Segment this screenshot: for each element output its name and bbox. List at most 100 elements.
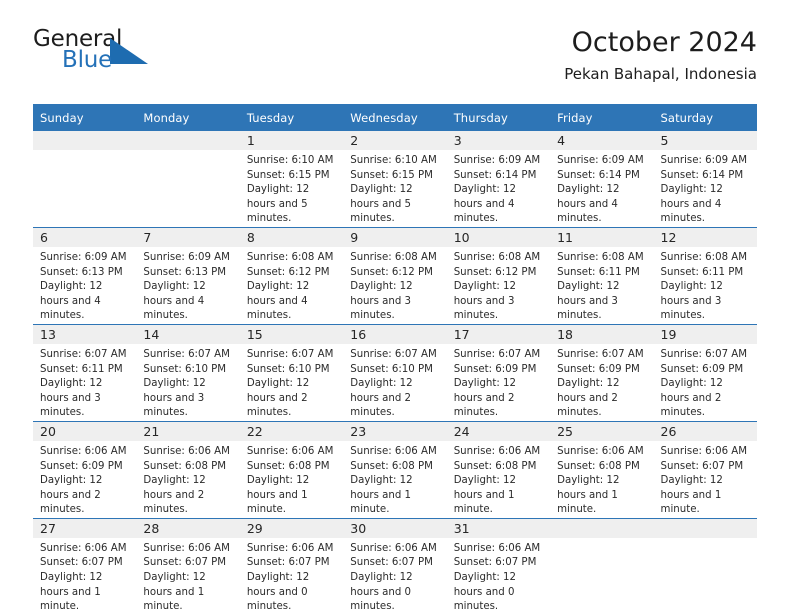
daylight-text: Daylight: 12 hours and 2 minutes. — [660, 378, 723, 419]
weekday-header-friday: Friday — [550, 104, 654, 131]
calendar-day-cell[interactable]: 11 Sunrise: 6:08 AM Sunset: 6:11 PM Dayligh… — [550, 226, 654, 325]
calendar-day-cell[interactable]: 29 Sunrise: 6:06 AM Sunset: 6:07 PM Dayligh… — [239, 517, 344, 615]
daylight-text: Daylight: 12 hours and 4 minutes. — [557, 184, 620, 225]
day-number: 18 — [550, 324, 654, 344]
daylight-text: Daylight: 12 hours and 0 minutes. — [350, 572, 413, 613]
calendar-day-cell[interactable]: 31 Sunrise: 6:06 AM Sunset: 6:07 PM Dayligh… — [446, 517, 551, 615]
sunrise-text: Sunrise: 6:07 AM — [246, 348, 334, 360]
day-details: Sunrise: 6:06 AM Sunset: 6:08 PM Daylight:… — [136, 441, 239, 518]
daylight-text: Daylight: 12 hours and 4 minutes. — [453, 184, 517, 225]
calendar-header-row: Sunday Monday Tuesday Wednesday Thursday… — [33, 104, 757, 131]
day-details: Sunrise: 6:07 AM Sunset: 6:10 PM Daylight:… — [136, 344, 239, 421]
calendar-day-cell[interactable]: 16 Sunrise: 6:07 AM Sunset: 6:10 PM Dayligh… — [343, 323, 447, 422]
day-details: Sunrise: 6:06 AM Sunset: 6:07 PM Daylight:… — [136, 538, 239, 615]
calendar-day-cell[interactable]: 15 Sunrise: 6:07 AM Sunset: 6:10 PM Dayligh… — [239, 323, 344, 422]
logo-triangle-icon — [110, 38, 148, 69]
daylight-text: Daylight: 12 hours and 4 minutes. — [40, 281, 103, 322]
calendar-day-cell[interactable]: 18 Sunrise: 6:07 AM Sunset: 6:09 PM Dayligh… — [550, 323, 654, 422]
day-details: Sunrise: 6:08 AM Sunset: 6:11 PM Daylight:… — [550, 247, 653, 324]
daylight-text: Daylight: 12 hours and 3 minutes. — [453, 281, 517, 322]
calendar-day-cell[interactable]: 12 Sunrise: 6:08 AM Sunset: 6:11 PM Dayligh… — [653, 226, 757, 325]
day-number: 19 — [653, 324, 757, 344]
sunset-text: Sunset: 6:07 PM — [40, 557, 123, 569]
day-number: 10 — [446, 227, 551, 247]
day-details: Sunrise: 6:06 AM Sunset: 6:08 PM Daylight:… — [343, 441, 446, 518]
day-details: Sunrise: 6:06 AM Sunset: 6:07 PM Daylight:… — [343, 538, 446, 615]
calendar-day-cell[interactable]: 8 Sunrise: 6:08 AM Sunset: 6:12 PM Daylight… — [239, 226, 344, 325]
day-details: Sunrise: 6:06 AM Sunset: 6:07 PM Daylight:… — [33, 538, 136, 615]
day-details: Sunrise: 6:07 AM Sunset: 6:09 PM Daylight:… — [654, 344, 757, 421]
day-details: Sunrise: 6:07 AM Sunset: 6:11 PM Daylight:… — [33, 344, 136, 421]
calendar-day-cell[interactable]: 27 Sunrise: 6:06 AM Sunset: 6:07 PM Dayligh… — [33, 517, 137, 615]
day-number: 23 — [343, 421, 447, 441]
sunset-text: Sunset: 6:08 PM — [350, 460, 433, 472]
day-number: 20 — [33, 421, 137, 441]
calendar-day-cell[interactable]: 4 Sunrise: 6:09 AM Sunset: 6:14 PM Daylight… — [550, 131, 654, 228]
daylight-text: Daylight: 12 hours and 3 minutes. — [40, 378, 103, 419]
day-number: 3 — [446, 131, 551, 150]
calendar-day-cell[interactable]: 24 Sunrise: 6:06 AM Sunset: 6:08 PM Dayligh… — [446, 420, 551, 519]
calendar-day-cell[interactable]: 1 Sunrise: 6:10 AM Sunset: 6:15 PM Daylight… — [239, 131, 344, 228]
calendar-day-cell[interactable]: 19 Sunrise: 6:07 AM Sunset: 6:09 PM Dayligh… — [653, 323, 757, 422]
day-number: 9 — [343, 227, 447, 247]
day-details: Sunrise: 6:08 AM Sunset: 6:11 PM Daylight:… — [654, 247, 757, 324]
calendar-day-cell[interactable]: 10 Sunrise: 6:08 AM Sunset: 6:12 PM Dayligh… — [446, 226, 551, 325]
sunrise-text: Sunrise: 6:06 AM — [246, 542, 334, 554]
calendar-day-cell-empty — [550, 517, 654, 615]
day-details: Sunrise: 6:07 AM Sunset: 6:10 PM Daylight:… — [343, 344, 446, 421]
sunset-text: Sunset: 6:12 PM — [246, 266, 330, 278]
sunset-text: Sunset: 6:11 PM — [40, 363, 123, 375]
day-details: Sunrise: 6:07 AM Sunset: 6:09 PM Daylight:… — [447, 344, 550, 421]
day-number: 8 — [239, 227, 344, 247]
sunset-text: Sunset: 6:08 PM — [453, 460, 537, 472]
day-details: Sunrise: 6:09 AM Sunset: 6:13 PM Daylight:… — [136, 247, 239, 324]
sunset-text: Sunset: 6:14 PM — [557, 169, 640, 181]
day-details: Sunrise: 6:09 AM Sunset: 6:14 PM Daylight:… — [447, 150, 550, 227]
daylight-text: Daylight: 12 hours and 2 minutes. — [557, 378, 620, 419]
day-details: Sunrise: 6:08 AM Sunset: 6:12 PM Daylight:… — [343, 247, 446, 324]
sunset-text: Sunset: 6:12 PM — [453, 266, 537, 278]
calendar-day-cell[interactable]: 13 Sunrise: 6:07 AM Sunset: 6:11 PM Dayligh… — [33, 323, 137, 422]
general-blue-logo[interactable]: General Blue — [33, 26, 243, 88]
weekday-header-monday: Monday — [136, 104, 240, 131]
daylight-text: Daylight: 12 hours and 2 minutes. — [350, 378, 413, 419]
calendar-day-cell[interactable]: 17 Sunrise: 6:07 AM Sunset: 6:09 PM Dayligh… — [446, 323, 551, 422]
calendar-day-cell[interactable]: 28 Sunrise: 6:06 AM Sunset: 6:07 PM Dayligh… — [136, 517, 240, 615]
daylight-text: Daylight: 12 hours and 0 minutes. — [453, 572, 517, 613]
daylight-text: Daylight: 12 hours and 4 minutes. — [660, 184, 723, 225]
sunrise-text: Sunrise: 6:08 AM — [453, 251, 541, 263]
sunrise-text: Sunrise: 6:06 AM — [40, 542, 127, 554]
sunset-text: Sunset: 6:07 PM — [143, 557, 227, 569]
sunrise-text: Sunrise: 6:08 AM — [660, 251, 748, 263]
calendar-day-cell[interactable]: 20 Sunrise: 6:06 AM Sunset: 6:09 PM Dayligh… — [33, 420, 137, 519]
calendar-day-cell[interactable]: 7 Sunrise: 6:09 AM Sunset: 6:13 PM Daylight… — [136, 226, 240, 325]
sunrise-text: Sunrise: 6:08 AM — [557, 251, 644, 263]
day-number — [33, 131, 137, 150]
calendar-day-cell-empty — [653, 517, 757, 615]
day-details: Sunrise: 6:09 AM Sunset: 6:13 PM Daylight:… — [33, 247, 136, 324]
daylight-text: Daylight: 12 hours and 2 minutes. — [453, 378, 517, 419]
sunrise-text: Sunrise: 6:06 AM — [660, 445, 748, 457]
calendar-day-cell[interactable]: 30 Sunrise: 6:06 AM Sunset: 6:07 PM Dayligh… — [343, 517, 447, 615]
calendar-day-cell[interactable]: 5 Sunrise: 6:09 AM Sunset: 6:14 PM Daylight… — [653, 131, 757, 228]
calendar-day-cell[interactable]: 2 Sunrise: 6:10 AM Sunset: 6:15 PM Daylight… — [343, 131, 447, 228]
calendar-day-cell[interactable]: 23 Sunrise: 6:06 AM Sunset: 6:08 PM Dayligh… — [343, 420, 447, 519]
calendar-day-cell[interactable]: 3 Sunrise: 6:09 AM Sunset: 6:14 PM Daylight… — [446, 131, 551, 228]
day-details: Sunrise: 6:06 AM Sunset: 6:08 PM Daylight:… — [240, 441, 343, 518]
day-number: 25 — [550, 421, 654, 441]
sunrise-text: Sunrise: 6:08 AM — [246, 251, 334, 263]
calendar-day-cell[interactable]: 6 Sunrise: 6:09 AM Sunset: 6:13 PM Daylight… — [33, 226, 137, 325]
calendar-day-cell[interactable]: 9 Sunrise: 6:08 AM Sunset: 6:12 PM Daylight… — [343, 226, 447, 325]
sunset-text: Sunset: 6:10 PM — [246, 363, 330, 375]
calendar-day-cell[interactable]: 22 Sunrise: 6:06 AM Sunset: 6:08 PM Dayligh… — [239, 420, 344, 519]
calendar-day-cell[interactable]: 25 Sunrise: 6:06 AM Sunset: 6:08 PM Dayligh… — [550, 420, 654, 519]
calendar-day-cell[interactable]: 26 Sunrise: 6:06 AM Sunset: 6:07 PM Dayligh… — [653, 420, 757, 519]
daylight-text: Daylight: 12 hours and 2 minutes. — [40, 475, 103, 516]
sunrise-text: Sunrise: 6:06 AM — [40, 445, 127, 457]
sunset-text: Sunset: 6:07 PM — [453, 557, 537, 569]
calendar-day-cell[interactable]: 14 Sunrise: 6:07 AM Sunset: 6:10 PM Dayligh… — [136, 323, 240, 422]
calendar-day-cell[interactable]: 21 Sunrise: 6:06 AM Sunset: 6:08 PM Dayligh… — [136, 420, 240, 519]
day-details: Sunrise: 6:06 AM Sunset: 6:07 PM Daylight:… — [240, 538, 343, 615]
day-number: 13 — [33, 324, 137, 344]
calendar-day-cell-empty — [33, 131, 137, 228]
